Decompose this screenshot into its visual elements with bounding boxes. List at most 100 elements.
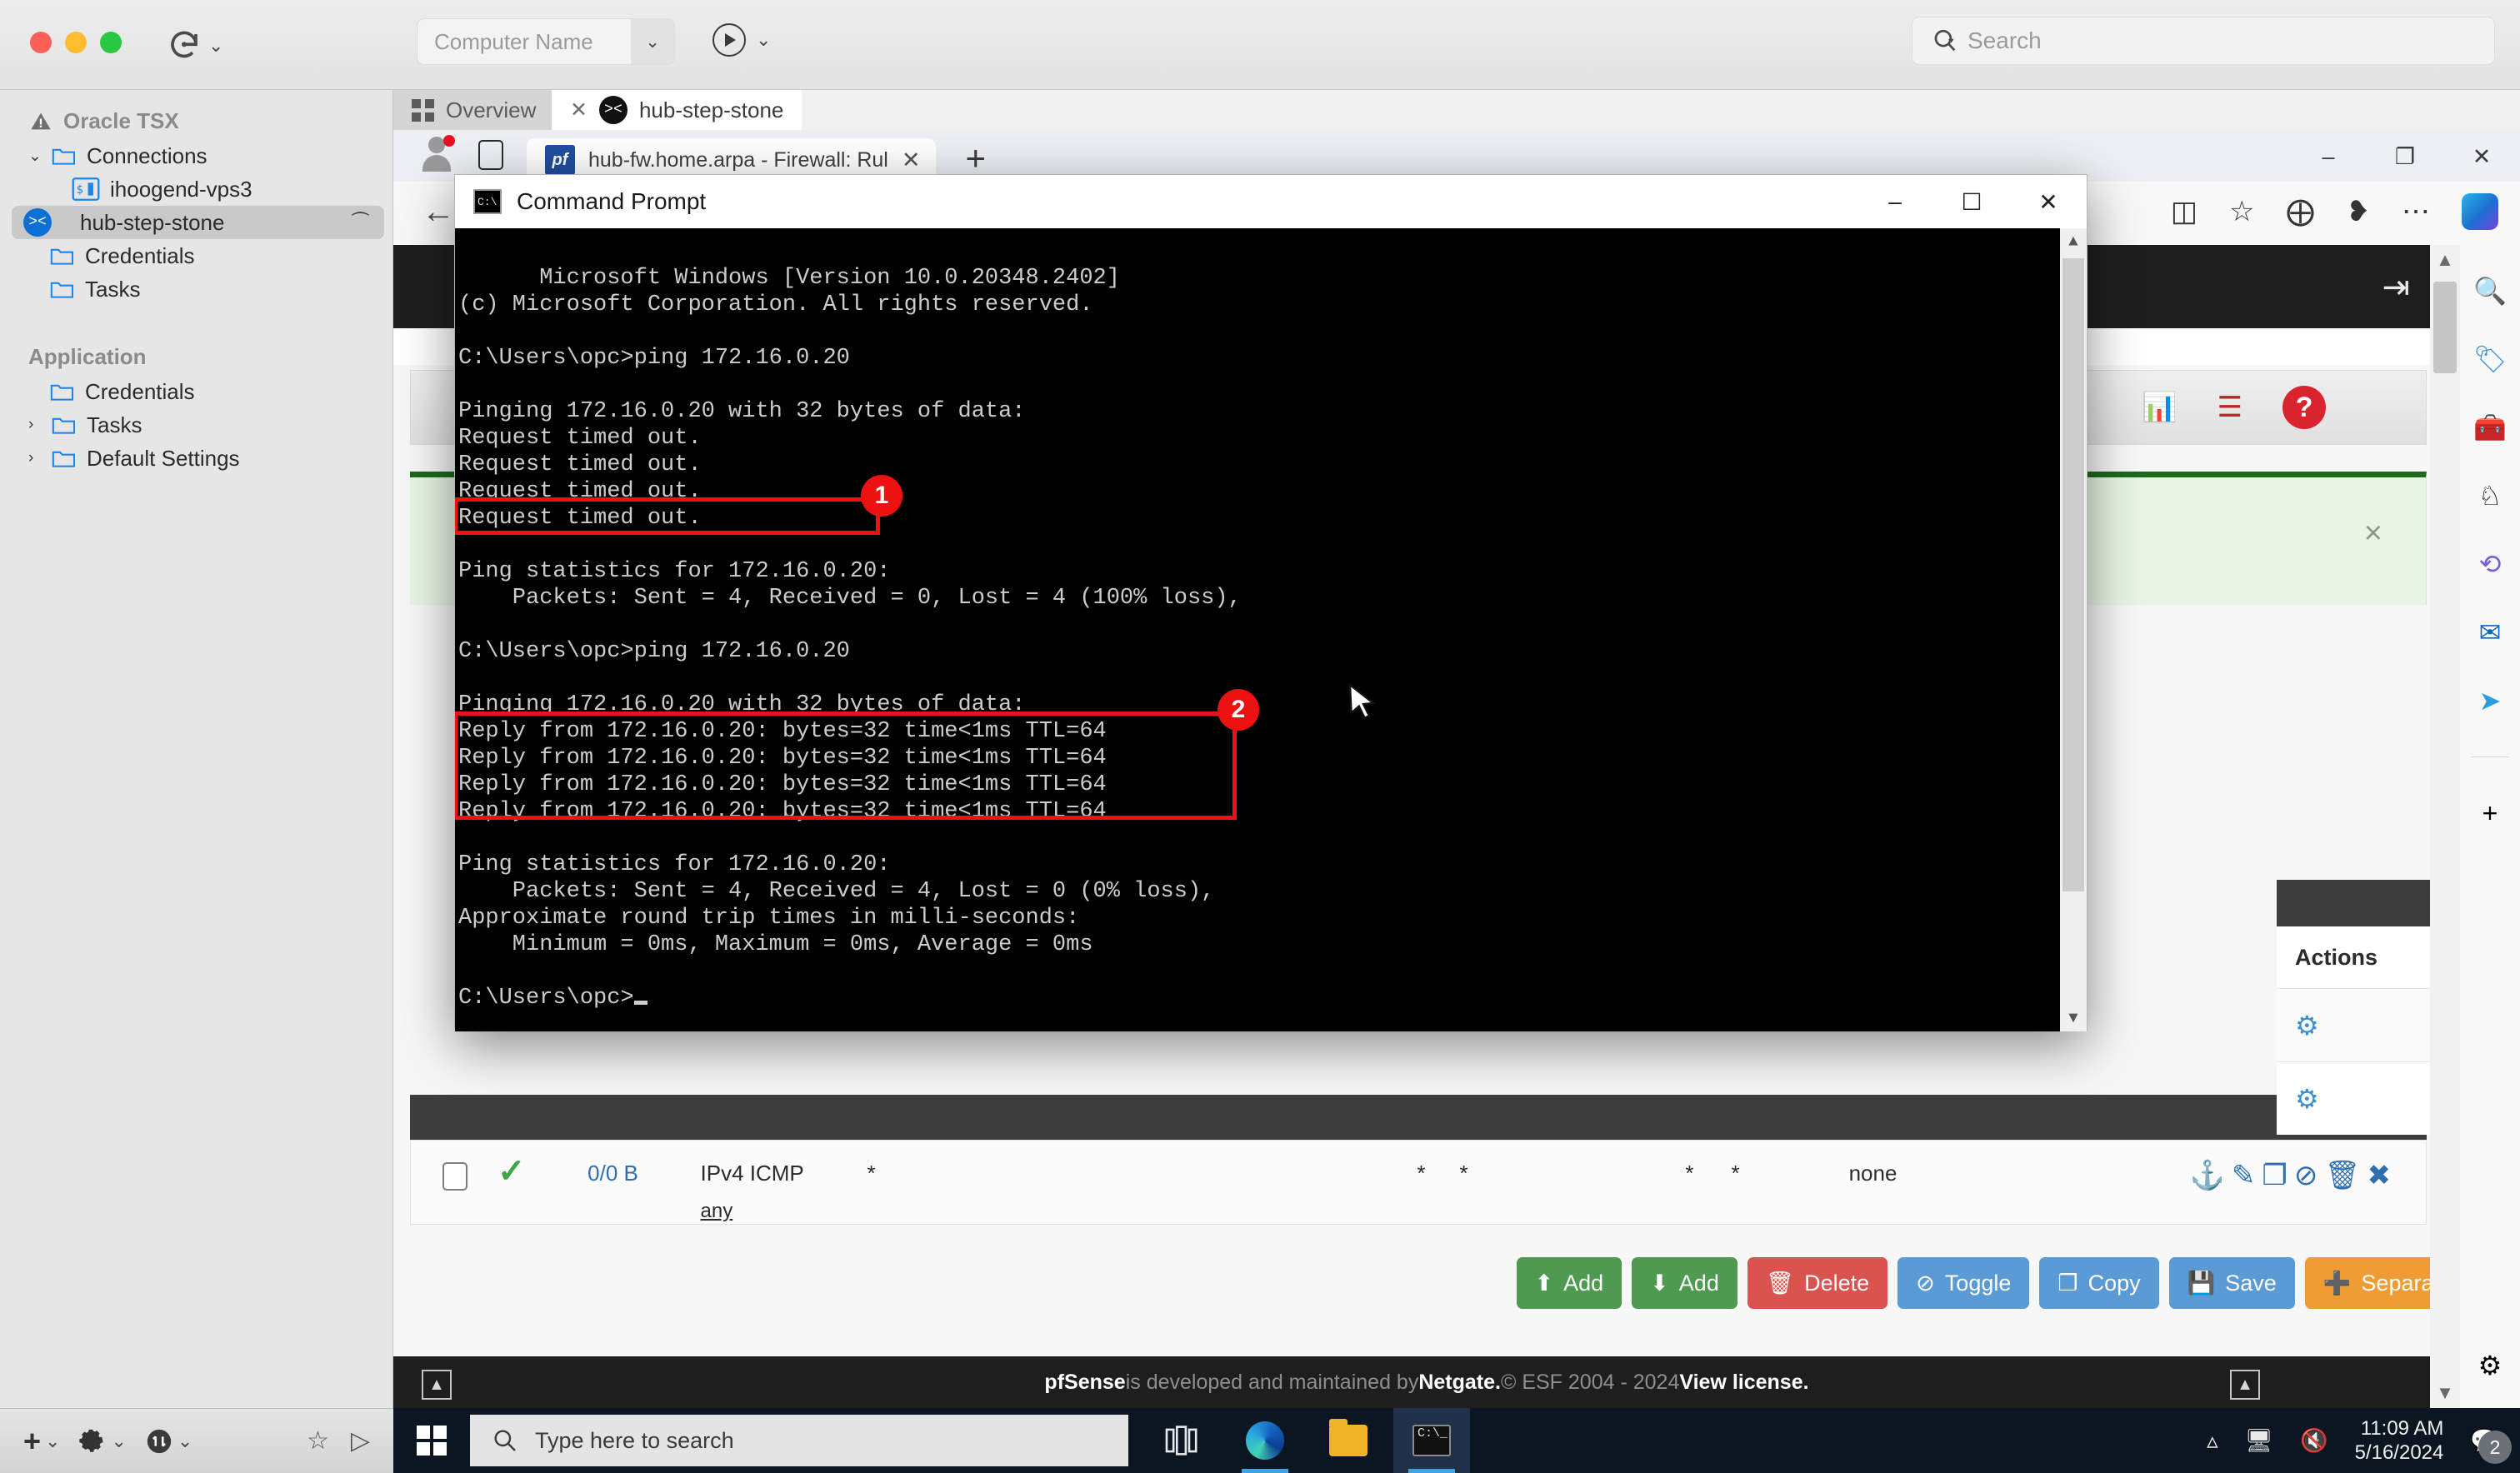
close-window-button[interactable] [30,32,52,53]
terminal-scrollbar[interactable]: ▲ ▼ [2060,228,2087,1031]
collections-icon[interactable]: ⨁ [2287,195,2315,228]
tab-hub-step-stone[interactable]: ✕ >< hub-step-stone [552,90,802,130]
play-icon[interactable]: ▷ [351,1426,370,1456]
notifications-icon[interactable]: 💬 2 [2470,1427,2512,1464]
search-field[interactable]: Search [1912,17,2495,65]
gear-icon[interactable]: ⚙ [2295,1083,2319,1115]
sidebar-item-hub-step-stone[interactable]: >< hub-step-stone ⏜ [12,206,384,239]
telegram-icon[interactable]: ➤ [2472,683,2508,718]
add-connection-button[interactable]: + ⌄ [23,1424,60,1459]
star-icon[interactable]: ☆ [307,1426,329,1456]
computer-name-field[interactable]: Computer Name ⌄ [417,18,675,65]
minimize-window-button[interactable] [65,32,87,53]
logout-icon[interactable]: ⇥ [2382,268,2410,307]
table-row[interactable]: ✓ 0/0 B IPv4 ICMP any * * * * * none ⚓ ✎… [410,1140,2427,1225]
toggle-button[interactable]: ⊘ Toggle [1898,1257,2030,1309]
command-prompt-titlebar[interactable]: Command Prompt – ☐ ✕ [455,175,2087,228]
shopping-tag-icon[interactable]: 🏷 [2472,342,2508,377]
outlook-icon[interactable]: ✉ [2472,615,2508,650]
maximize-button[interactable]: ☐ [1933,175,2010,228]
close-icon[interactable]: × [2364,516,2382,552]
log-list-icon[interactable]: ☰ [2218,391,2242,424]
chevron-down-icon[interactable]: ⌄ [28,147,42,166]
browser-essentials-icon[interactable]: ❥ [2347,195,2371,228]
connect-dropdown-chevron-icon[interactable]: ⌄ [756,31,771,49]
chevron-right-icon[interactable]: › [28,416,42,434]
chevron-down-icon[interactable]: ⌄ [208,37,223,55]
gear-icon[interactable]: ⚙ [2295,1010,2319,1041]
transfer-icon[interactable] [145,1427,173,1456]
microsoft-365-icon[interactable]: ⟲ [2472,547,2508,582]
split-screen-icon[interactable]: ◫ [2171,195,2198,228]
scroll-top-icon[interactable]: ▲ [422,1370,452,1400]
eject-icon[interactable]: ⏜ [352,212,369,233]
command-prompt-window[interactable]: Command Prompt – ☐ ✕ Microsoft Windows [… [454,174,2088,1031]
games-icon[interactable]: ♘ [2472,478,2508,513]
remove-x-icon[interactable]: ✖ [2368,1159,2392,1192]
minimize-button[interactable]: – [2290,132,2367,182]
close-icon[interactable]: ✕ [570,97,588,122]
scrollbar-thumb[interactable] [2433,282,2457,373]
taskbar-app-microsoft-edge[interactable] [1227,1408,1303,1473]
sidebar-item-tasks[interactable]: Tasks [0,272,392,306]
tools-icon[interactable]: 🧰 [2472,410,2508,445]
close-icon[interactable]: ✕ [902,147,921,173]
taskbar-app-command-prompt[interactable]: C:\_ [1393,1408,1470,1473]
settings-more-icon[interactable]: ⋯ [2402,195,2430,228]
save-button[interactable]: 💾 Save [2168,1257,2295,1309]
tab-overview[interactable]: Overview [393,90,552,130]
close-button[interactable]: ✕ [2010,175,2087,228]
scroll-up-icon[interactable]: ▲ [2060,228,2087,255]
scroll-down-icon[interactable]: ▼ [2430,1378,2460,1408]
minimize-button[interactable]: – [1857,175,1933,228]
terminal-output[interactable]: Microsoft Windows [Version 10.0.20348.24… [455,228,2087,1031]
gear-icon[interactable] [78,1427,107,1456]
search-input[interactable]: Type here to search [470,1415,1128,1466]
avatar[interactable] [418,135,455,172]
new-tab-button[interactable]: + [966,140,987,175]
delete-button[interactable]: 🗑 Delete [1747,1257,1888,1309]
favorites-icon[interactable]: ☆ [2229,195,2254,228]
add-sidebar-icon[interactable]: + [2472,796,2508,831]
scroll-bottom-icon[interactable]: ▲ [2230,1370,2260,1400]
anchor-icon[interactable]: ⚓ [2190,1159,2225,1192]
scroll-down-icon[interactable]: ▼ [2060,1005,2087,1031]
transfer-button[interactable]: ⌄ [145,1427,192,1456]
disable-icon[interactable]: ⊘ [2294,1159,2318,1192]
task-view-icon[interactable] [1143,1408,1220,1473]
sidebar-item-credentials[interactable]: Credentials [0,239,392,272]
sidebar-item-ihoogend-vps3[interactable]: $ ihoogend-vps3 [0,172,392,206]
copy-button[interactable]: ❐ Copy [2039,1257,2159,1309]
window-traffic-lights[interactable] [30,32,122,53]
maximize-window-button[interactable] [100,32,122,53]
close-button[interactable]: ✕ [2443,132,2520,182]
refresh-toolbar-group[interactable]: ⌄ [167,28,223,63]
scroll-up-icon[interactable]: ▲ [2430,245,2460,275]
back-arrow-icon[interactable]: ← [422,193,455,231]
edit-pencil-icon[interactable]: ✎ [2232,1159,2256,1192]
tab-actions-icon[interactable] [478,140,503,170]
sidebar-item-app-tasks[interactable]: › Tasks [0,408,392,442]
scrollbar-thumb[interactable] [2062,258,2084,891]
search-icon[interactable]: 🔍 [2472,273,2508,308]
sidebar-item-default-settings[interactable]: › Default Settings [0,442,392,475]
copilot-icon[interactable] [2462,193,2498,230]
status-chart-icon[interactable]: 📊 [2142,391,2177,424]
page-scrollbar[interactable]: ▲ ▼ [2430,245,2460,1408]
chevron-up-icon[interactable]: ▵ [2207,1428,2218,1454]
network-icon[interactable]: 🖥 [2245,1427,2273,1454]
refresh-icon[interactable] [167,28,202,63]
connect-button-group[interactable]: ⌄ [712,23,771,57]
clock[interactable]: 11:09 AM 5/16/2024 [2355,1416,2444,1466]
delete-trash-icon[interactable]: 🗑 [2324,1159,2360,1192]
chevron-right-icon[interactable]: › [28,449,42,467]
add-down-button[interactable]: ⬇ Add [1632,1257,1738,1309]
row-checkbox[interactable] [442,1162,468,1191]
view-license-link[interactable]: View license. [1679,1371,1808,1395]
windows-start-icon[interactable] [393,1408,470,1473]
restore-button[interactable]: ❐ [2367,132,2443,182]
add-up-button[interactable]: ⬆ Add [1516,1257,1622,1309]
computer-name-dropdown-button[interactable]: ⌄ [631,19,674,64]
settings-button[interactable]: ⌄ [78,1427,127,1456]
help-icon[interactable]: ? [2282,386,2326,429]
